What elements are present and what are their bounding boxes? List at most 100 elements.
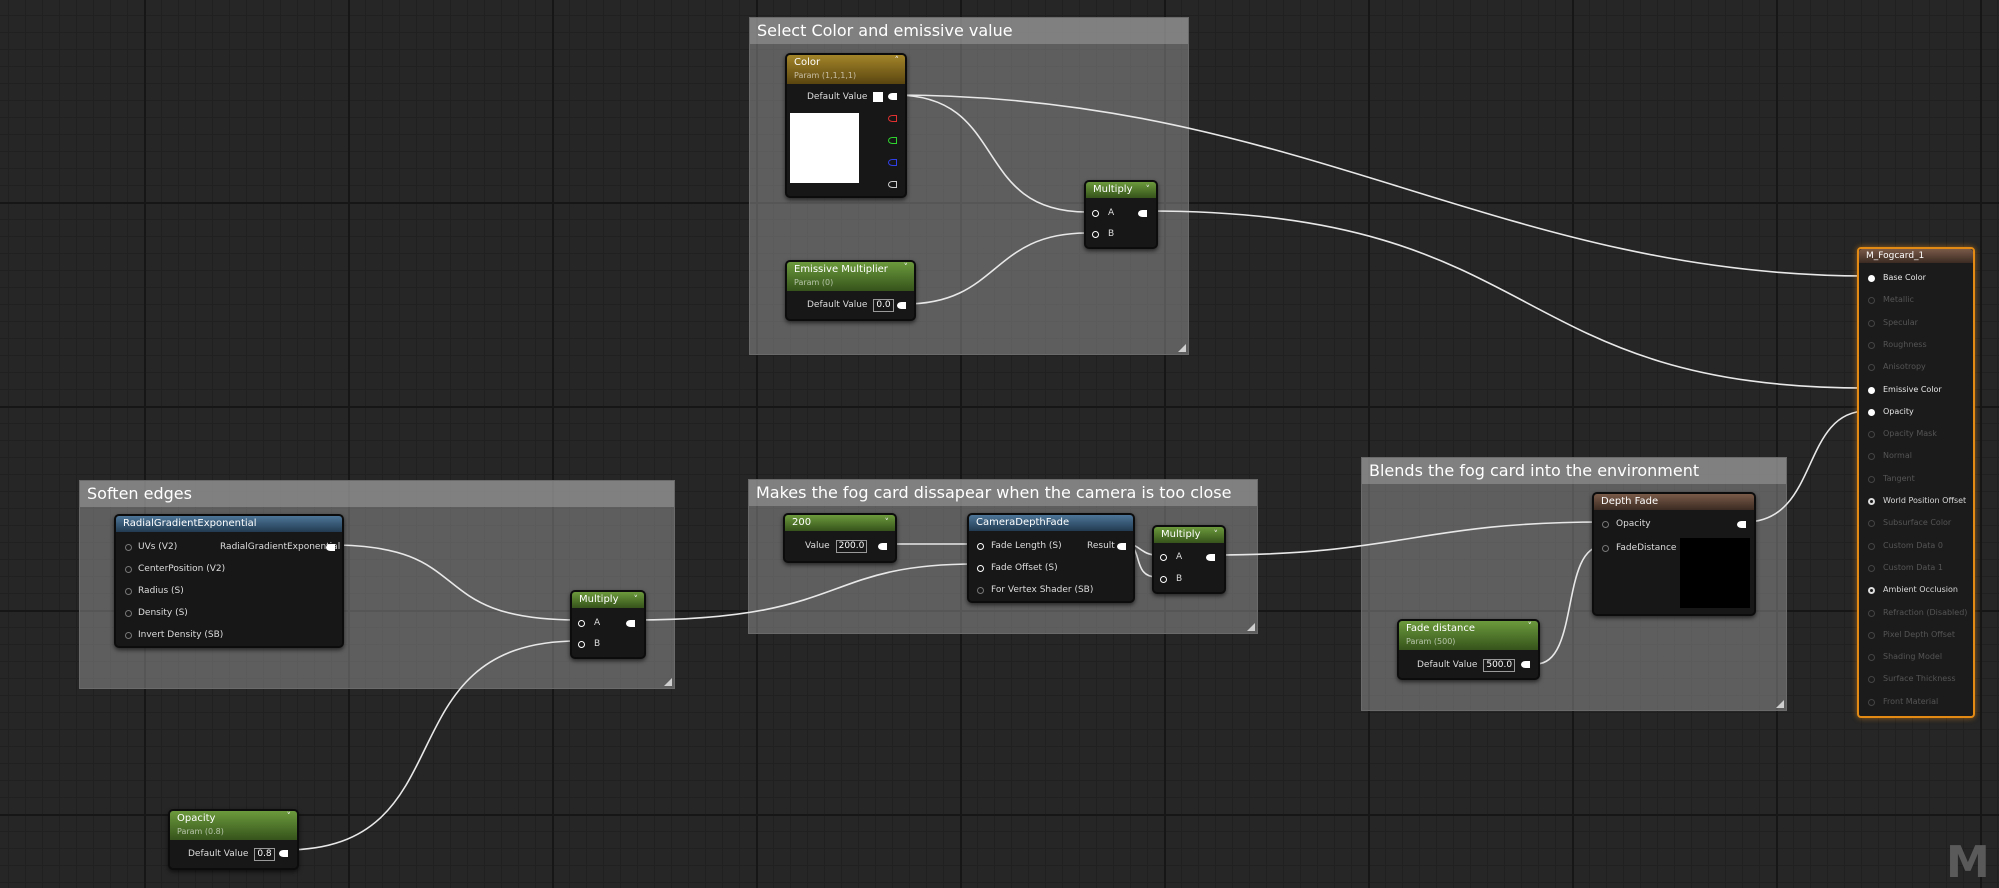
- input-pin-icon[interactable]: [1868, 386, 1875, 394]
- depth-fade-node[interactable]: Depth Fade Opacity FadeDistance: [1592, 492, 1756, 616]
- chevron-down-icon[interactable]: ˅: [634, 592, 639, 608]
- multiply-node-soften[interactable]: Multiply ˅ A B: [570, 590, 646, 659]
- input-pin-icon[interactable]: [1868, 631, 1875, 639]
- wire-multiply-to-emissive[interactable]: [1147, 210, 1868, 389]
- material-pin-row[interactable]: Tangent: [1859, 472, 1969, 486]
- emissive-multiplier-node[interactable]: Emissive Multiplier Param (0) ˅ Default …: [785, 260, 916, 321]
- wire-opacity-to-multiply-b[interactable]: [284, 640, 579, 851]
- wire-multiply-to-fade-offset[interactable]: [633, 563, 976, 621]
- input-pin-a[interactable]: [578, 620, 585, 627]
- chevron-up-icon[interactable]: ˄: [895, 55, 900, 68]
- input-pin-icon[interactable]: [1868, 564, 1875, 572]
- input-pin-icon[interactable]: [1868, 408, 1875, 416]
- material-pin-row[interactable]: Metallic: [1859, 293, 1969, 307]
- node-header[interactable]: Emissive Multiplier Param (0) ˅: [787, 262, 914, 291]
- input-pin-icon[interactable]: [1868, 297, 1875, 305]
- chevron-down-icon[interactable]: ˅: [1146, 182, 1151, 198]
- value-input[interactable]: 200.0: [835, 540, 868, 553]
- input-pin-icon[interactable]: [1868, 520, 1875, 528]
- material-pin-row[interactable]: Opacity: [1859, 405, 1969, 419]
- material-pin-row[interactable]: Anisotropy: [1859, 360, 1969, 374]
- input-pin-vertex-shader[interactable]: [977, 587, 984, 594]
- output-pin[interactable]: [1117, 543, 1126, 550]
- output-pin[interactable]: [1206, 554, 1215, 561]
- material-pin-row[interactable]: Specular: [1859, 316, 1969, 330]
- material-pin-row[interactable]: Custom Data 0: [1859, 539, 1969, 553]
- multiply-node-color[interactable]: Multiply ˅ A B: [1084, 180, 1158, 249]
- camera-depth-fade-node[interactable]: CameraDepthFade Fade Length (S) Fade Off…: [967, 513, 1135, 603]
- material-pin-row[interactable]: Emissive Color: [1859, 383, 1969, 397]
- node-header[interactable]: Depth Fade: [1594, 494, 1754, 510]
- input-pin-a[interactable]: [1092, 210, 1099, 217]
- wire-multiply-to-depthfade-opacity[interactable]: [1212, 521, 1604, 556]
- wire-radial-to-multiply-a[interactable]: [330, 544, 579, 621]
- node-header[interactable]: 200 ˅: [785, 515, 895, 531]
- color-swatch-small[interactable]: [873, 91, 884, 102]
- input-pin-fade-length[interactable]: [977, 543, 984, 550]
- node-header[interactable]: M_Fogcard_1: [1859, 249, 1973, 263]
- chevron-down-icon[interactable]: ˅: [885, 515, 890, 531]
- chevron-down-icon[interactable]: ˅: [1214, 527, 1219, 543]
- constant-200-node[interactable]: 200 ˅ Value 200.0: [783, 513, 897, 563]
- input-pin-icon[interactable]: [1868, 319, 1875, 327]
- input-pin-icon[interactable]: [1868, 654, 1875, 662]
- input-pin-fade-offset[interactable]: [977, 565, 984, 572]
- wire-color-to-multiply-a[interactable]: [894, 94, 1088, 213]
- chevron-down-icon[interactable]: ˅: [1528, 621, 1533, 634]
- input-pin-center[interactable]: [125, 566, 132, 573]
- input-pin-b[interactable]: [1092, 231, 1099, 238]
- node-header[interactable]: Multiply ˅: [1154, 527, 1224, 543]
- material-result-node[interactable]: M_Fogcard_1 Base Color Metallic Specular Ro…: [1857, 247, 1975, 718]
- material-pin-row[interactable]: Opacity Mask: [1859, 427, 1969, 441]
- node-header[interactable]: RadialGradientExponential: [116, 516, 342, 532]
- output-pin[interactable]: [878, 543, 887, 550]
- a-output-pin[interactable]: [888, 181, 897, 188]
- material-pin-row[interactable]: Roughness: [1859, 338, 1969, 352]
- input-pin-icon[interactable]: [1868, 542, 1875, 550]
- node-header[interactable]: Fade distance Param (500) ˅: [1399, 621, 1538, 650]
- wire-color-to-basecolor[interactable]: [894, 94, 1868, 277]
- output-pin[interactable]: [1521, 661, 1530, 668]
- input-pin-icon[interactable]: [1868, 475, 1875, 483]
- input-pin-icon[interactable]: [1868, 453, 1875, 461]
- input-pin-b[interactable]: [1160, 576, 1167, 583]
- chevron-down-icon[interactable]: ˅: [904, 262, 909, 275]
- input-pin-a[interactable]: [1160, 554, 1167, 561]
- default-value-input[interactable]: 0.8: [254, 848, 275, 861]
- input-pin-icon[interactable]: [1868, 676, 1875, 684]
- input-pin-icon[interactable]: [1868, 587, 1875, 595]
- chevron-down-icon[interactable]: ˅: [287, 811, 292, 824]
- material-pin-row[interactable]: Ambient Occlusion: [1859, 583, 1969, 597]
- material-pin-row[interactable]: Front Material: [1859, 695, 1969, 709]
- input-pin-icon[interactable]: [1868, 498, 1875, 505]
- material-pin-row[interactable]: Base Color: [1859, 271, 1969, 285]
- rgb-output-pin[interactable]: [888, 93, 897, 100]
- input-pin-b[interactable]: [578, 641, 585, 648]
- material-pin-row[interactable]: Normal: [1859, 449, 1969, 463]
- output-pin[interactable]: [897, 302, 906, 309]
- input-pin-icon[interactable]: [1868, 364, 1875, 372]
- material-pin-row[interactable]: Shading Model: [1859, 650, 1969, 664]
- node-header[interactable]: Opacity Param (0.8) ˅: [170, 811, 297, 840]
- input-pin-fade-distance[interactable]: [1602, 545, 1609, 552]
- input-pin-density[interactable]: [125, 610, 132, 617]
- input-pin-icon[interactable]: [1868, 431, 1875, 439]
- material-pin-row[interactable]: Surface Thickness: [1859, 672, 1969, 686]
- input-pin-opacity[interactable]: [1602, 521, 1609, 528]
- node-header[interactable]: Multiply ˅: [1086, 182, 1156, 198]
- material-pin-row[interactable]: Subsurface Color: [1859, 516, 1969, 530]
- g-output-pin[interactable]: [888, 137, 897, 144]
- output-pin[interactable]: [326, 544, 335, 551]
- wire-emissive-to-multiply-b[interactable]: [904, 232, 1088, 305]
- radial-gradient-node[interactable]: RadialGradientExponential UVs (V2) Cente…: [114, 514, 344, 648]
- material-graph-canvas[interactable]: Select Color and emissive value Soften e…: [0, 0, 1999, 888]
- input-pin-icon[interactable]: [1868, 698, 1875, 706]
- input-pin-radius[interactable]: [125, 588, 132, 595]
- input-pin-icon[interactable]: [1868, 609, 1875, 617]
- material-pin-row[interactable]: Refraction (Disabled): [1859, 606, 1969, 620]
- default-value-input[interactable]: 0.0: [873, 299, 894, 312]
- multiply-node-fade[interactable]: Multiply ˅ A B: [1152, 525, 1226, 594]
- material-pin-row[interactable]: Pixel Depth Offset: [1859, 628, 1969, 642]
- b-output-pin[interactable]: [888, 159, 897, 166]
- fade-distance-param-node[interactable]: Fade distance Param (500) ˅ Default Valu…: [1397, 619, 1540, 680]
